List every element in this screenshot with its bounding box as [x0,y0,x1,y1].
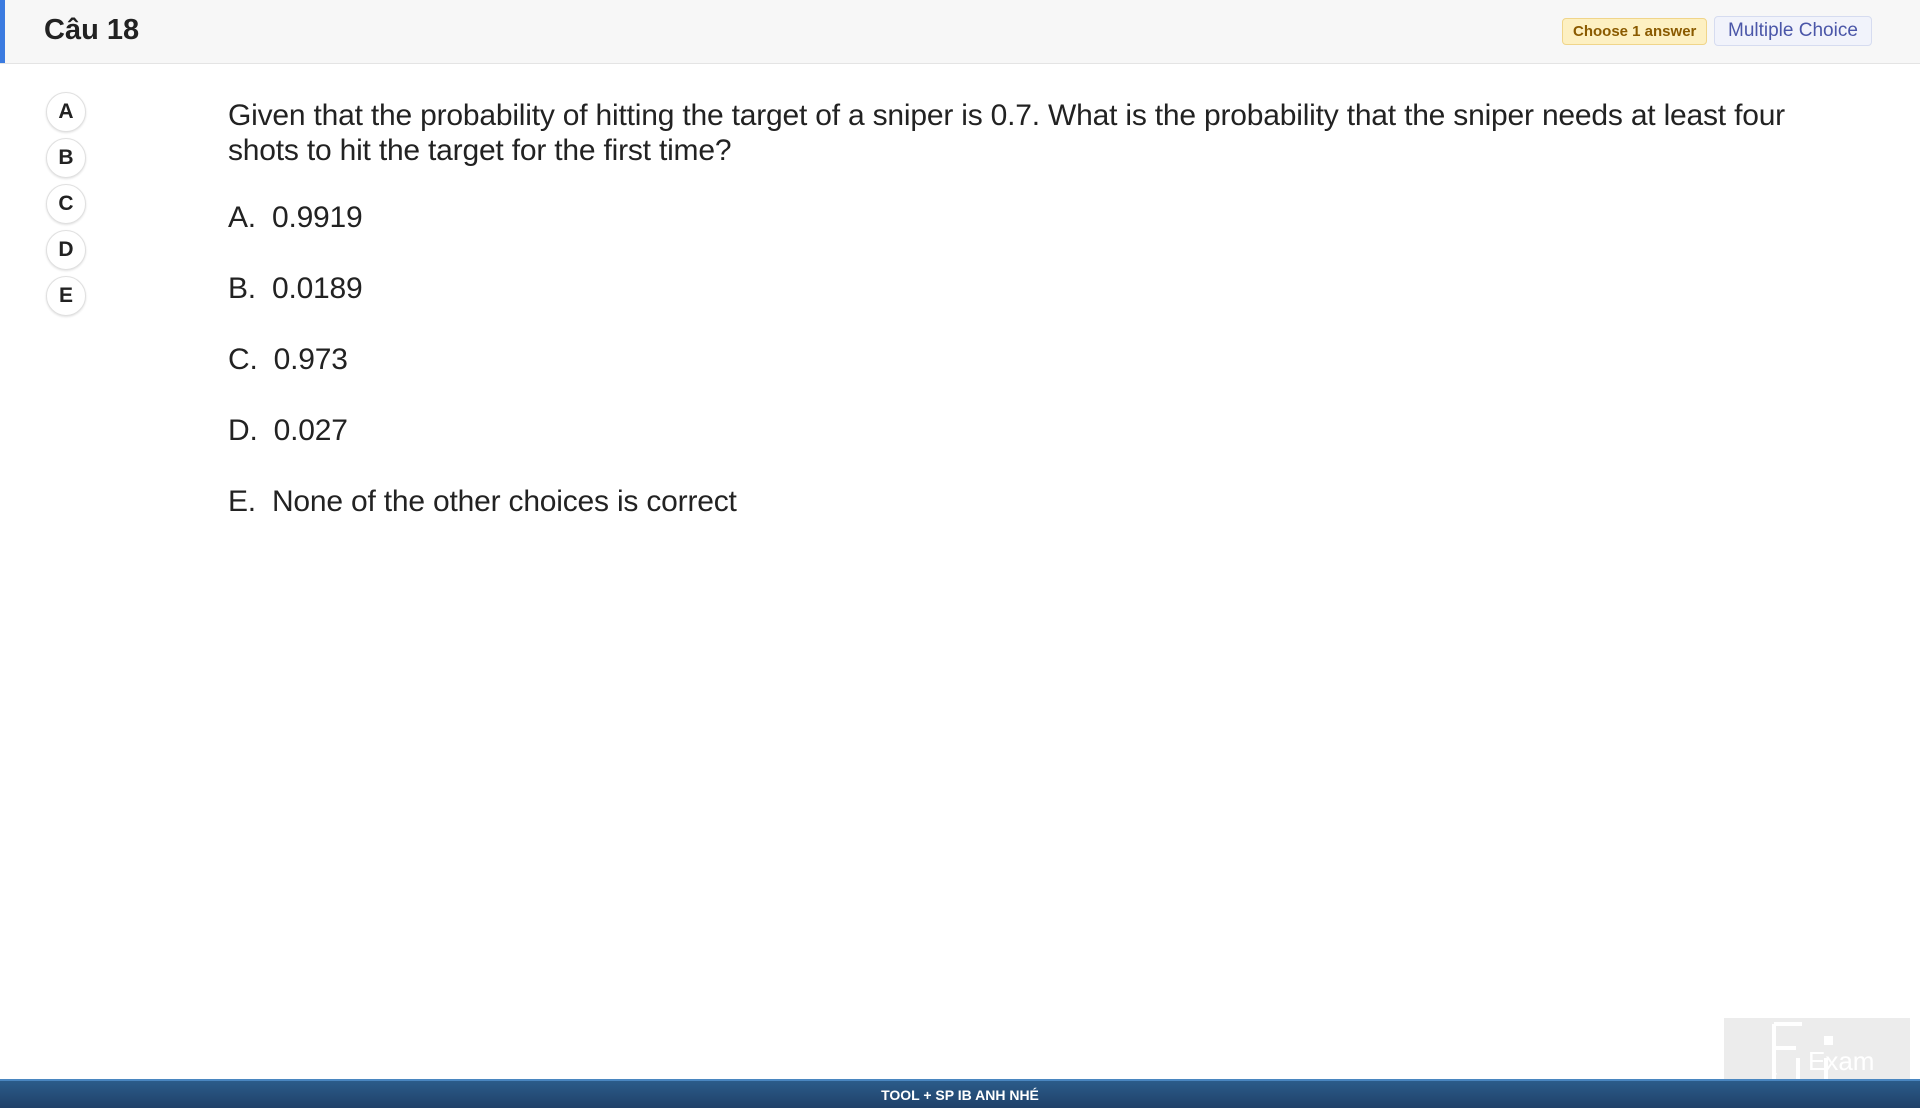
answer-button-e[interactable]: E [46,276,86,316]
exam-app: Câu 18 Choose 1 answer Multiple Choice A… [0,0,1920,1108]
option-c: C. 0.973 [228,342,1788,378]
option-b: B. 0.0189 [228,271,1788,307]
option-text: 0.973 [273,343,348,376]
option-d: D. 0.027 [228,413,1788,449]
question-content: Given that the probability of hitting th… [228,98,1788,555]
footer-bar: TOOL + SP IB ANH NHÉ [0,1079,1920,1108]
option-text: 0.9919 [271,201,363,234]
answer-button-b[interactable]: B [46,138,86,178]
question-header: Câu 18 Choose 1 answer Multiple Choice [0,0,1920,64]
option-text: 0.0189 [271,272,363,305]
option-letter: A. [228,201,256,234]
option-e: E. None of the other choices is correct [228,484,1788,520]
question-number: Câu 18 [44,14,140,46]
answer-button-c[interactable]: C [46,184,86,224]
watermark-exam-text: Exam [1808,1046,1874,1076]
question-text: Given that the probability of hitting th… [228,99,1785,167]
question-type-badge: Multiple Choice [1714,16,1872,46]
option-letter: E. [228,485,256,518]
answer-selector: A B C D E [46,92,86,322]
choose-answer-badge: Choose 1 answer [1562,18,1708,45]
option-a: A. 0.9919 [228,200,1788,236]
option-text: None of the other choices is correct [271,485,737,518]
option-letter: D. [228,414,258,447]
option-text: 0.027 [273,414,348,447]
option-list: A. 0.9919 B. 0.0189 C. 0.973 D. 0.027 E.… [228,200,1788,520]
footer-text: TOOL + SP IB ANH NHÉ [881,1087,1039,1103]
answer-button-a[interactable]: A [46,92,86,132]
option-letter: C. [228,343,258,376]
header-accent-bar [0,0,5,63]
answer-button-d[interactable]: D [46,230,86,270]
option-letter: B. [228,272,256,305]
